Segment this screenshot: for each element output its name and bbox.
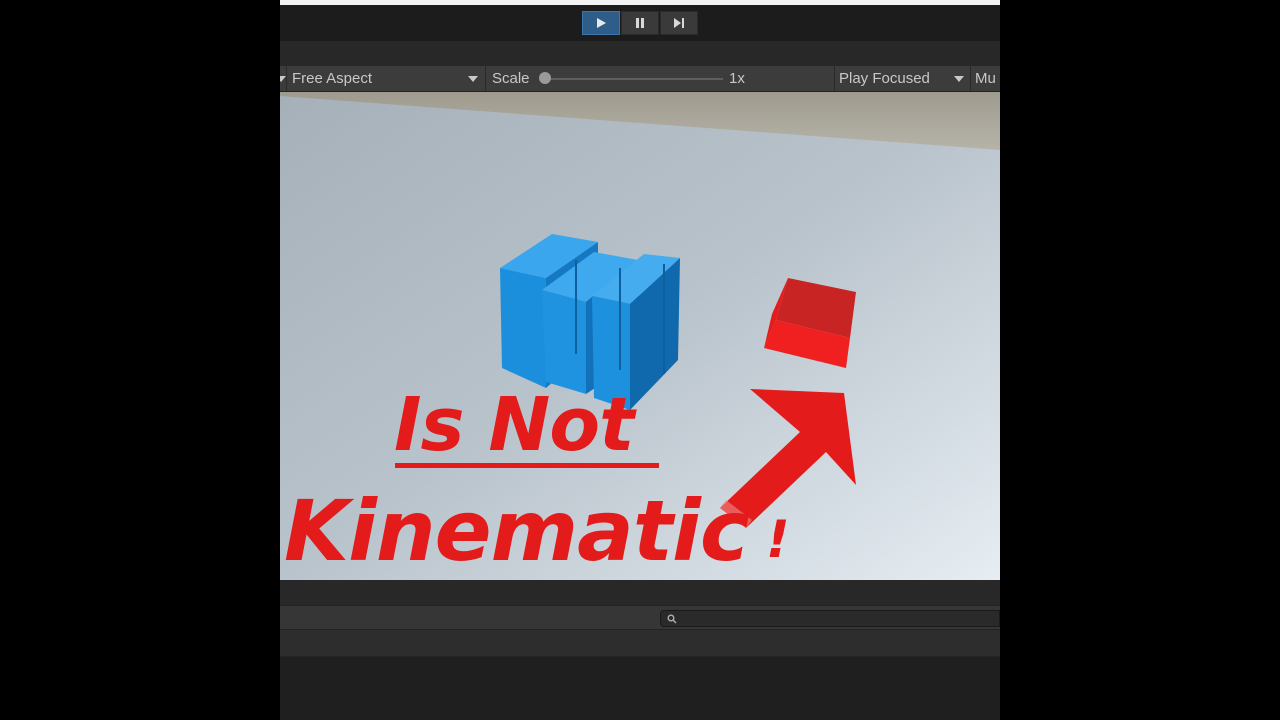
overlay-title-exclamation: ! (766, 510, 790, 570)
scale-slider-track[interactable] (545, 78, 723, 80)
play-mode-dropdown[interactable]: Play Focused (839, 66, 965, 91)
overlay-title-line1: Is Not (394, 382, 634, 468)
console-toolbar (280, 605, 1000, 630)
step-icon (674, 18, 684, 28)
search-icon (667, 614, 677, 624)
play-button[interactable] (582, 11, 620, 35)
toolbar-divider (286, 66, 287, 91)
play-mode-label: Play Focused (839, 70, 930, 87)
pause-icon (636, 18, 644, 28)
console-tab-bar (280, 580, 1000, 605)
aspect-dropdown-label: Free Aspect (292, 70, 373, 87)
pause-button[interactable] (621, 11, 659, 35)
play-mode-toolbar (280, 5, 1000, 41)
step-button[interactable] (660, 11, 698, 35)
scale-slider-handle[interactable] (539, 72, 551, 84)
console-header-row (280, 630, 1000, 657)
overlay-title-line2: Kinematic (284, 482, 750, 580)
tab-strip (280, 41, 1000, 66)
scale-value: 1x (729, 70, 745, 87)
console-log-area[interactable] (280, 657, 1000, 720)
scale-label: Scale (492, 70, 530, 87)
toolbar-divider (834, 66, 835, 91)
game-viewport[interactable]: Is Not Kinematic ! (280, 92, 1000, 580)
toolbar-divider (970, 66, 971, 91)
aspect-dropdown[interactable]: Free Aspect (292, 66, 482, 91)
chevron-down-icon (954, 76, 964, 82)
game-view-toolbar: Free Aspect Scale 1x Play Focused Mu (280, 66, 1000, 92)
play-icon (597, 18, 606, 28)
mute-audio-toggle[interactable]: Mu (975, 66, 996, 91)
title-underline (395, 463, 659, 468)
chevron-down-icon (468, 76, 478, 82)
toolbar-divider (485, 66, 486, 91)
unity-editor-window: Free Aspect Scale 1x Play Focused Mu Is … (280, 0, 1000, 720)
console-search-field[interactable] (660, 610, 1000, 627)
